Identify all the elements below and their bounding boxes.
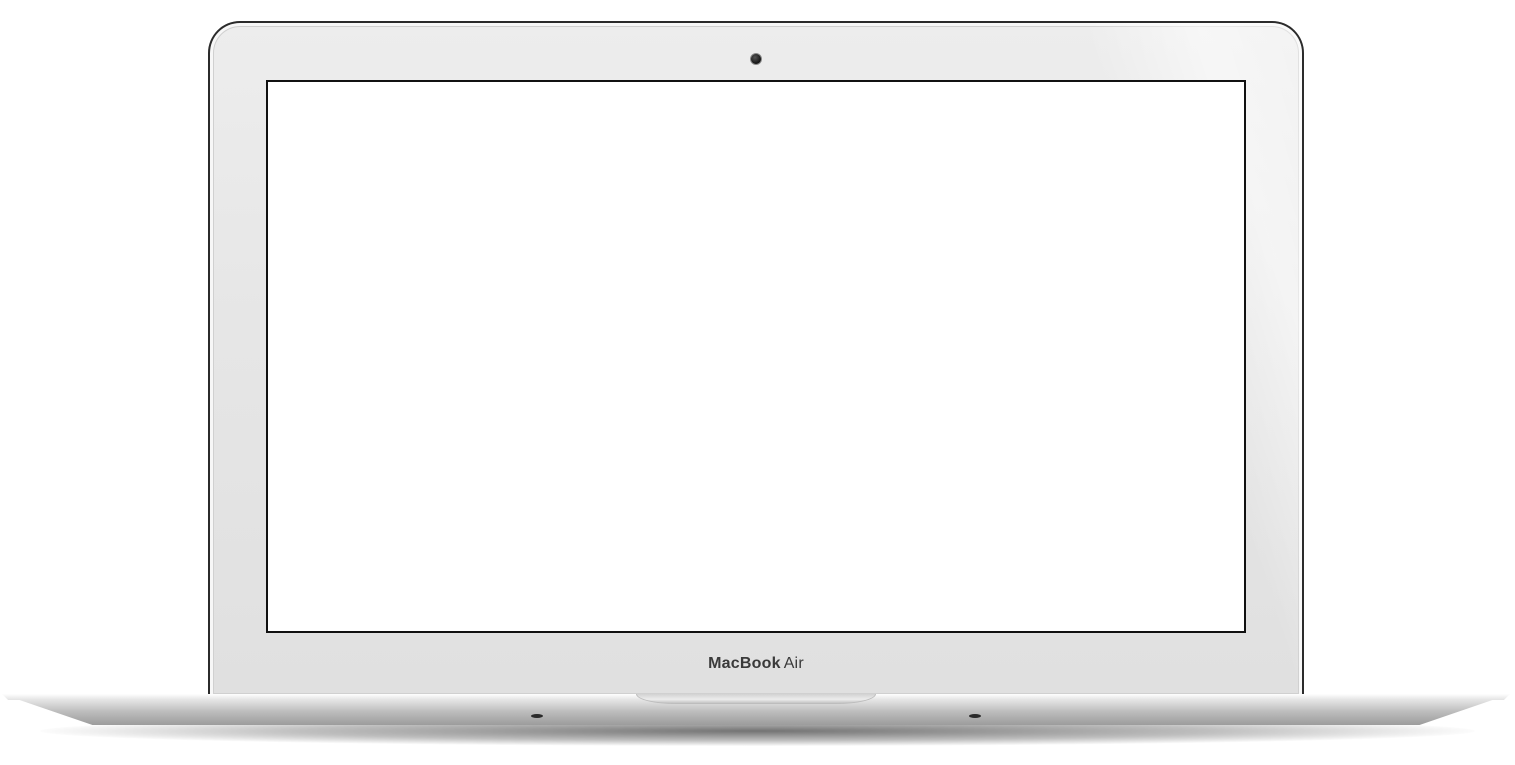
laptop-foot-left: [531, 714, 543, 718]
lid-open-notch: [636, 694, 876, 704]
laptop-lid: MacBook Air: [208, 21, 1304, 697]
laptop-mockup: MacBook Air: [0, 0, 1515, 765]
brand-name: MacBook: [708, 655, 781, 672]
brand-model: Air: [783, 655, 804, 672]
camera-icon: [750, 53, 762, 65]
laptop-screen: [266, 80, 1246, 633]
device-brand-label: MacBook Air: [210, 655, 1302, 673]
laptop-foot-right: [969, 714, 981, 718]
